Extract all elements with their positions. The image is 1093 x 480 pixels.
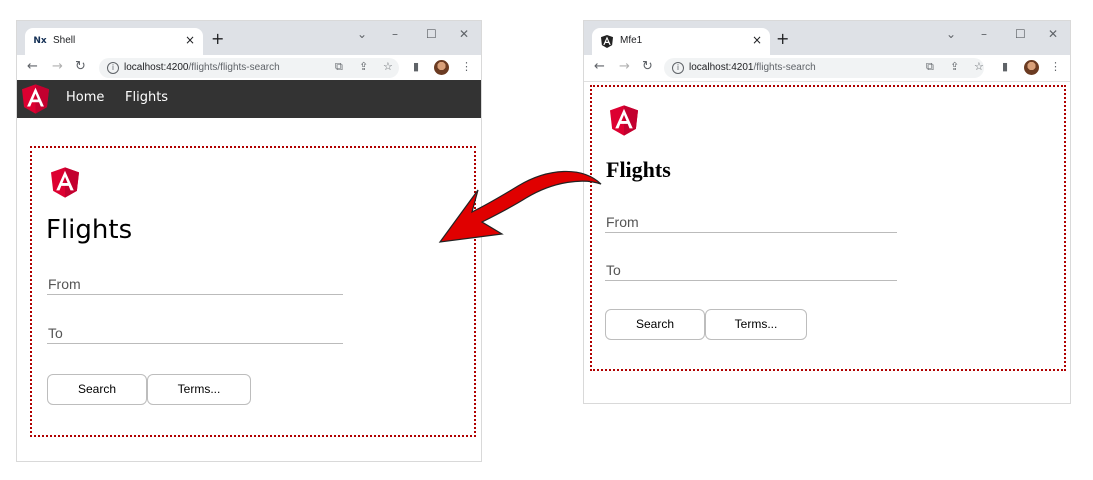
- curved-arrow: [438, 170, 602, 243]
